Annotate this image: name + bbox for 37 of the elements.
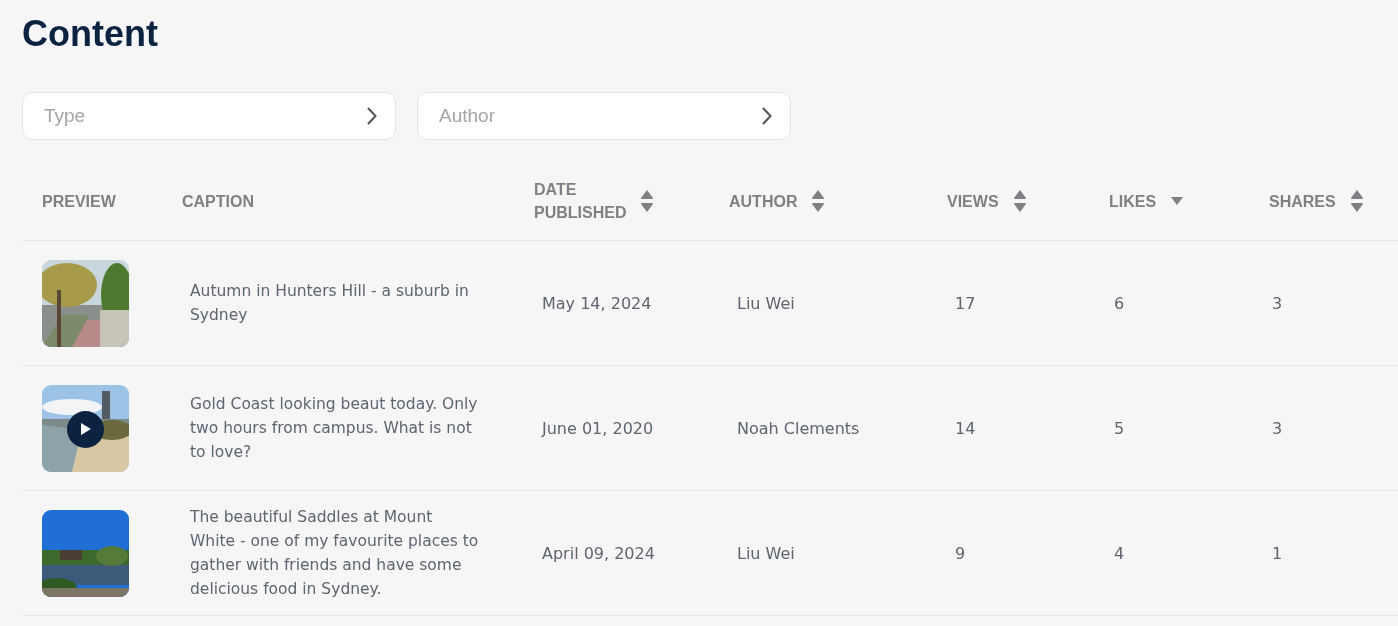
- caption-cell-text: Autumn in Hunters Hill - a suburb in Sydney: [189, 281, 470, 326]
- column-header[interactable]: DATE PUBLISHED: [534, 178, 627, 224]
- sort-icon[interactable]: [640, 189, 655, 213]
- sort-icon[interactable]: [811, 189, 826, 213]
- column-header[interactable]: VIEWS: [947, 189, 999, 213]
- filter-input[interactable]: Type: [42, 104, 367, 128]
- column-header[interactable]: AUTHOR: [729, 189, 798, 213]
- page-title: Content: [22, 12, 159, 56]
- sort-icon[interactable]: [1012, 189, 1027, 213]
- date-cell-text: May 14, 2024: [541, 292, 653, 315]
- date-cell-text: April 09, 2024: [541, 542, 656, 565]
- views-cell-text: 17: [954, 292, 977, 315]
- author-cell-text: Liu Wei: [736, 292, 796, 315]
- column-header[interactable]: LIKES: [1109, 189, 1157, 213]
- author-cell-text: Liu Wei: [736, 542, 796, 565]
- views-cell-text: 9: [954, 542, 967, 565]
- sort-descending-icon[interactable]: [1170, 196, 1185, 206]
- filter-dropdown[interactable]: Author: [417, 92, 791, 140]
- caption-cell-text: The beautiful Saddles at Mount White - one of my favourite places to gather with friends and have some delicious food in Sydney.: [189, 507, 480, 600]
- shares-cell-text: 3: [1271, 417, 1284, 440]
- views-cell-text: 14: [954, 417, 977, 440]
- sort-icon[interactable]: [1349, 189, 1364, 213]
- caption-cell-text: Gold Coast looking beaut today. Only two hours from campus. What is not to love?: [189, 394, 479, 463]
- likes-cell-text: 5: [1113, 417, 1126, 440]
- chevron-right-icon: [367, 107, 377, 125]
- column-header[interactable]: SHARES: [1269, 189, 1336, 213]
- likes-cell-text: 4: [1113, 542, 1126, 565]
- filter-dropdown[interactable]: Type: [22, 92, 396, 140]
- chevron-right-icon: [762, 107, 772, 125]
- column-header: PREVIEW: [42, 191, 116, 212]
- likes-cell-text: 6: [1113, 292, 1126, 315]
- filter-input[interactable]: Author: [437, 104, 762, 128]
- column-header: CAPTION: [182, 191, 254, 212]
- author-cell-text: Noah Clements: [736, 417, 861, 440]
- date-cell-text: June 01, 2020: [540, 417, 655, 440]
- shares-cell-text: 1: [1271, 542, 1284, 565]
- shares-cell-text: 3: [1271, 292, 1284, 315]
